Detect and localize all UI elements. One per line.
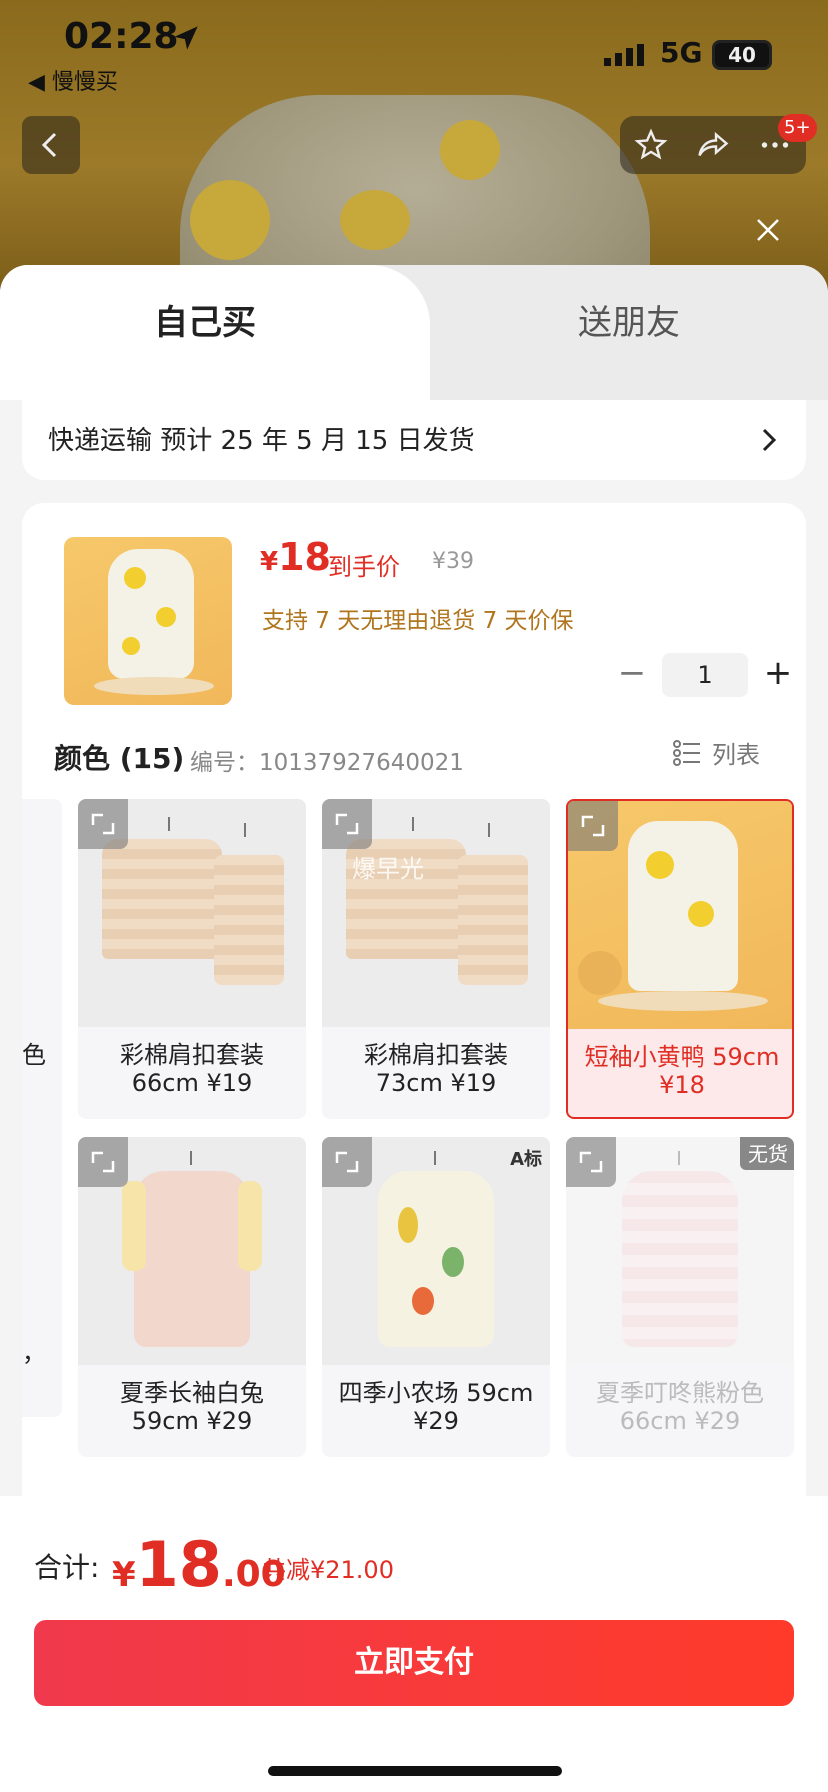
expand-image-button[interactable] <box>78 799 128 849</box>
tab-self-buy-label: 自己买 <box>154 303 256 343</box>
variant-name: 彩棉肩扣套装 <box>364 1041 508 1069</box>
expand-icon <box>579 1151 603 1173</box>
variant-tile[interactable]: 夏季长袖白兔 59cm ¥29 <box>78 1137 306 1457</box>
notification-badge: 5+ <box>778 114 817 142</box>
buy-mode-tabs: 自己买 送朋友 <box>0 265 828 400</box>
total-label: 合计: <box>34 1551 100 1584</box>
share-icon[interactable] <box>695 127 731 163</box>
home-indicator[interactable] <box>268 1766 562 1776</box>
variant-tile[interactable]: A标 四季小农场 59cm ¥29 <box>322 1137 550 1457</box>
product-thumbnail[interactable] <box>64 537 232 705</box>
expand-image-button[interactable] <box>566 1137 616 1187</box>
service-promise: 支持 7 天无理由退货 7 天价保 <box>262 608 574 634</box>
deal-price: ¥18 <box>260 535 331 579</box>
variant-name: 短袖小黄鸭 59cm <box>584 1043 780 1071</box>
quantity-input[interactable]: 1 <box>662 653 748 697</box>
original-price: ¥39 <box>432 549 474 574</box>
variant-size-price: ¥29 <box>413 1407 459 1435</box>
expand-image-button[interactable] <box>78 1137 128 1187</box>
pay-now-button[interactable]: 立即支付 <box>34 1620 794 1706</box>
location-arrow-icon <box>174 26 198 50</box>
hero-duck-print <box>440 120 500 180</box>
variant-size-price: 66cm ¥19 <box>131 1069 253 1097</box>
expand-image-button[interactable] <box>568 801 618 851</box>
quantity-stepper: − 1 + <box>610 653 800 697</box>
tab-send-friend[interactable]: 送朋友 <box>430 295 828 344</box>
status-bar: 02:28 ◀ 慢慢买 5G 40 <box>0 0 828 95</box>
out-of-stock-badge: 无货 <box>740 1137 794 1170</box>
close-icon[interactable] <box>752 214 784 246</box>
variant-tile-partial[interactable]: 色 <box>22 799 62 1119</box>
color-variant-grid: 色 ， 彩棉肩扣套装 66cm ¥19 爆早光 彩棉肩扣套装 73cm ¥19 … <box>22 799 806 1459</box>
network-type: 5G <box>660 36 703 69</box>
increase-button[interactable]: + <box>756 653 800 697</box>
tab-self-buy[interactable]: 自己买 <box>0 265 430 400</box>
shipping-row[interactable]: 快递运输 预计 25 年 5 月 15 日发货 <box>22 400 806 480</box>
back-to-app-link[interactable]: ◀ 慢慢买 <box>28 64 118 96</box>
variant-tile[interactable]: 爆早光 彩棉肩扣套装 73cm ¥19 <box>322 799 550 1119</box>
hero-duck-print <box>340 190 410 250</box>
list-view-toggle[interactable]: 列表 <box>672 735 760 770</box>
chevron-left-icon <box>41 132 57 158</box>
a-grade-badge: A标 <box>510 1149 542 1170</box>
decrease-button[interactable]: − <box>610 653 654 697</box>
variant-tile-selected[interactable]: 短袖小黄鸭 59cm ¥18 <box>566 799 794 1119</box>
variant-size-price: 66cm ¥29 <box>619 1407 741 1435</box>
chevron-right-icon <box>762 428 777 452</box>
product-code: 编号：10137927640021 <box>190 750 464 776</box>
variant-name: 夏季长袖白兔 <box>120 1379 264 1407</box>
variant-size-price: 73cm ¥19 <box>375 1069 497 1097</box>
variant-tile[interactable]: 彩棉肩扣套装 66cm ¥19 <box>78 799 306 1119</box>
hero-duck-print <box>190 180 270 260</box>
watermark-text: 爆早光 <box>352 855 424 883</box>
cellular-signal-icon <box>604 44 644 66</box>
expand-icon <box>335 813 359 835</box>
expand-icon <box>581 815 605 837</box>
battery-icon: 40 <box>712 40 772 70</box>
variant-name: 夏季叮咚熊粉色 <box>596 1379 764 1407</box>
expand-image-button[interactable] <box>322 799 372 849</box>
expand-image-button[interactable] <box>322 1137 372 1187</box>
list-icon <box>673 739 700 766</box>
status-time: 02:28 <box>64 16 179 57</box>
variant-tile-out-of-stock[interactable]: 无货 夏季叮咚熊粉色 66cm ¥29 <box>566 1137 794 1457</box>
variant-tile-partial[interactable]: ， <box>22 1097 62 1417</box>
shipping-text: 快递运输 预计 25 年 5 月 15 日发货 <box>48 426 475 456</box>
star-icon[interactable] <box>633 127 669 163</box>
variant-name: 彩棉肩扣套装 <box>120 1041 264 1069</box>
variant-name: 四季小农场 59cm <box>338 1379 534 1407</box>
list-view-label: 列表 <box>712 741 760 769</box>
total-amount: ¥18.00 <box>112 1528 286 1601</box>
variant-size-price: 59cm ¥29 <box>131 1407 253 1435</box>
expand-icon <box>335 1151 359 1173</box>
variant-size-price: ¥18 <box>659 1071 705 1099</box>
checkout-bar: 合计: ¥18.00 共减¥21.00 立即支付 <box>0 1496 828 1792</box>
deal-price-label: 到手价 <box>328 553 400 581</box>
expand-icon <box>91 1151 115 1173</box>
color-section-title: 颜色 (15) <box>54 742 185 775</box>
back-button[interactable] <box>22 116 80 174</box>
expand-icon <box>91 813 115 835</box>
discount-text: 共减¥21.00 <box>262 1556 394 1584</box>
